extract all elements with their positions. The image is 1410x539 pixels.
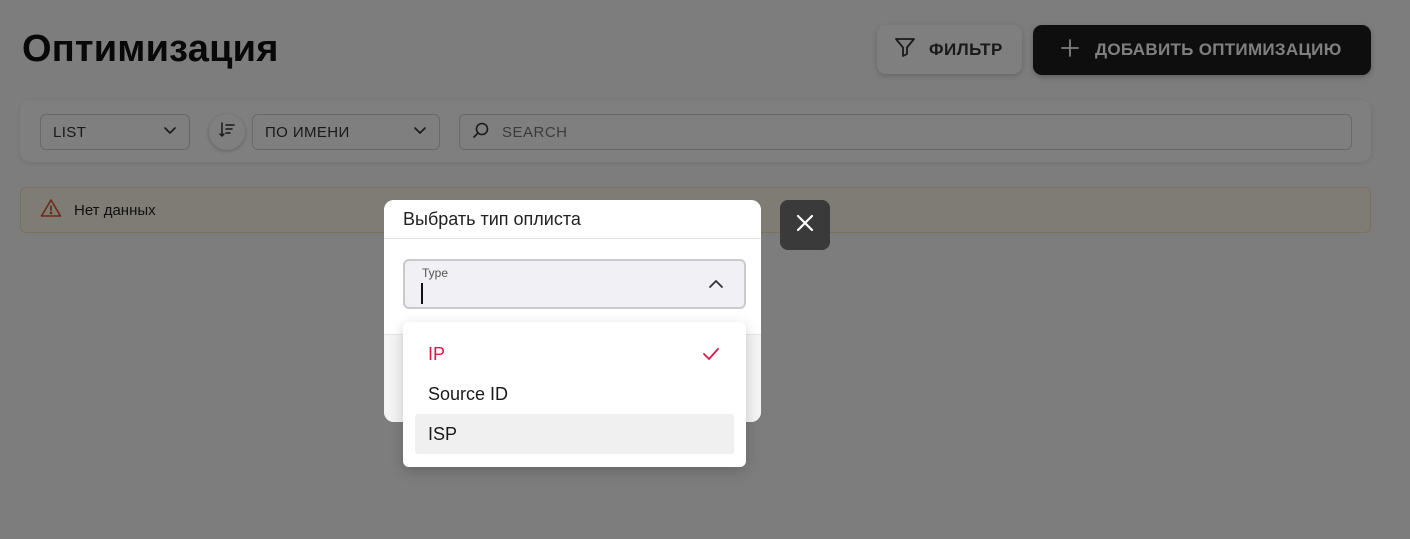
option-isp[interactable]: ISP — [415, 414, 734, 454]
option-ip[interactable]: IP — [415, 334, 734, 374]
type-field-label: Type — [422, 266, 449, 280]
close-icon — [795, 213, 815, 238]
option-label: Source ID — [428, 383, 509, 404]
option-label: ISP — [428, 423, 458, 444]
type-options-dropdown: IP Source ID ISP — [403, 322, 746, 467]
type-select-field[interactable]: Type — [403, 259, 746, 309]
option-label: IP — [428, 343, 446, 364]
modal-title: Выбрать тип оплиста — [384, 200, 761, 239]
text-caret — [421, 283, 423, 304]
check-icon — [702, 346, 720, 367]
chevron-up-icon[interactable] — [708, 277, 724, 295]
close-modal-button[interactable] — [780, 200, 830, 250]
option-source-id[interactable]: Source ID — [415, 374, 734, 414]
